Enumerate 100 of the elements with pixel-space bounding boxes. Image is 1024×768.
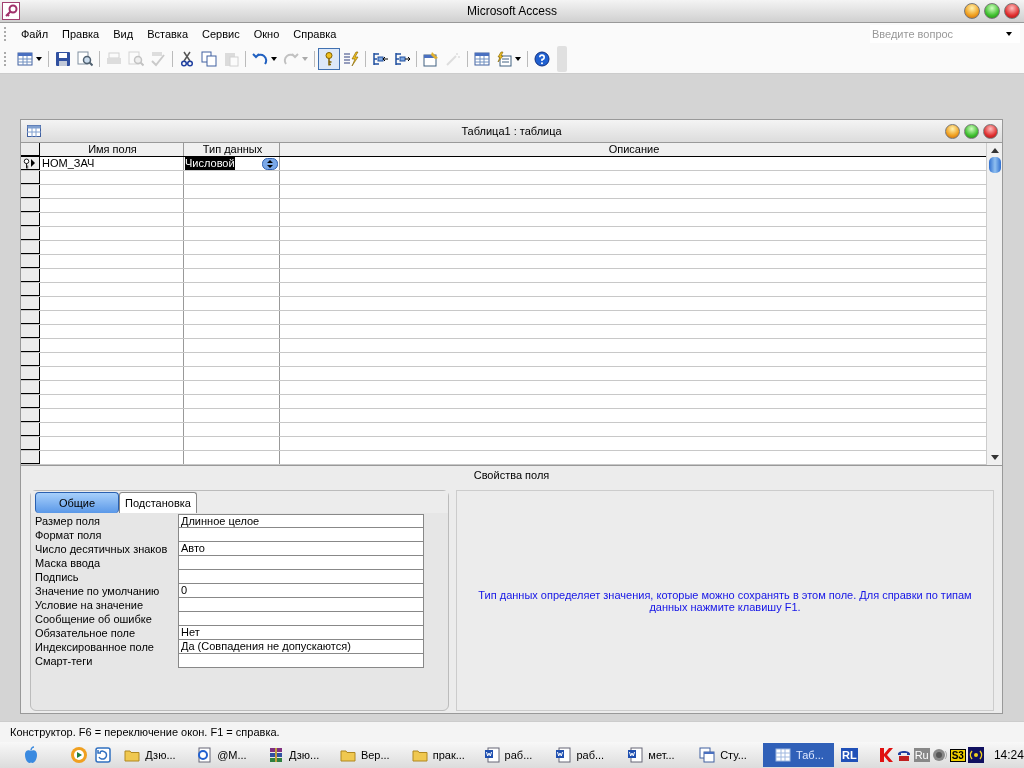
row-selector[interactable] xyxy=(21,395,40,408)
taskbar-button[interactable]: Таб... xyxy=(763,743,834,767)
key-button[interactable] xyxy=(318,48,340,70)
row-selector[interactable] xyxy=(21,367,40,380)
menu-item[interactable]: Сервис xyxy=(195,28,247,40)
menu-item[interactable]: Справка xyxy=(286,28,344,40)
taskbar-button[interactable]: Дзю... xyxy=(260,743,331,767)
table-icon xyxy=(27,125,41,137)
property-field[interactable] xyxy=(178,654,424,668)
minimize-button[interactable] xyxy=(945,123,960,139)
row-selector[interactable] xyxy=(21,409,40,422)
insert-rows-icon xyxy=(372,51,388,67)
property-field[interactable] xyxy=(178,598,424,612)
row-selector[interactable] xyxy=(21,213,40,226)
property-field[interactable] xyxy=(178,570,424,584)
row-selector[interactable] xyxy=(21,227,40,240)
row-selector[interactable] xyxy=(21,423,40,436)
delete-rows-icon xyxy=(394,51,410,67)
question-field[interactable]: Введите вопрос xyxy=(870,25,1020,43)
windows-icon xyxy=(474,51,490,67)
row-selector[interactable] xyxy=(21,157,40,170)
taskbar-button[interactable]: раб... xyxy=(547,743,619,767)
menu-item[interactable]: Вставка xyxy=(140,28,195,40)
table-cell[interactable]: НОМ_ЗАЧ xyxy=(40,157,184,170)
scroll-down-icon[interactable] xyxy=(989,454,1000,462)
taskbar-button[interactable]: раб... xyxy=(475,743,547,767)
shield-icon[interactable] xyxy=(877,747,894,763)
scroll-thumb[interactable] xyxy=(988,157,1001,173)
close-button[interactable] xyxy=(1004,3,1020,19)
property-field[interactable]: Нет xyxy=(178,626,424,640)
taskbar-button[interactable]: Дзю... xyxy=(116,743,188,767)
tab[interactable]: Подстановка xyxy=(119,492,197,513)
section-title: Свойства поля xyxy=(473,469,550,481)
taskbar-button[interactable]: прак... xyxy=(403,743,475,767)
taskbar-button[interactable]: @М... xyxy=(188,743,259,767)
property-label: Условие на значение xyxy=(35,598,144,612)
minimize-button[interactable] xyxy=(964,3,980,19)
apple-icon[interactable] xyxy=(22,746,40,764)
property-label: Подпись xyxy=(35,570,80,584)
row-selector[interactable] xyxy=(21,381,40,394)
property-field[interactable]: Длинное целое xyxy=(178,514,424,528)
property-label: Обязательное поле xyxy=(35,626,137,640)
row-selector[interactable] xyxy=(21,171,40,184)
scroll-up-icon[interactable] xyxy=(989,146,1000,154)
column-header[interactable]: Описание xyxy=(280,143,986,156)
taskbar-button[interactable]: Сту... xyxy=(691,743,763,767)
row-selector[interactable] xyxy=(21,241,40,254)
language-badge[interactable]: RL xyxy=(840,748,858,762)
taskbar-button[interactable]: Вер... xyxy=(331,743,403,767)
speaker-icon[interactable] xyxy=(931,747,948,763)
row-selector[interactable] xyxy=(21,325,40,338)
tray-badge[interactable]: S3 xyxy=(949,748,966,762)
menu-item[interactable]: Правка xyxy=(55,28,107,40)
language-badge[interactable]: Ru xyxy=(913,748,930,762)
clipboard-icon xyxy=(223,51,239,67)
row-selector[interactable] xyxy=(21,451,40,464)
row-selector[interactable] xyxy=(21,353,40,366)
caret-icon[interactable] xyxy=(1006,32,1012,36)
data-type-value[interactable]: Числовой xyxy=(185,157,235,170)
dropdown-icon[interactable] xyxy=(262,157,278,170)
folder-icon xyxy=(339,747,356,763)
caret-icon[interactable] xyxy=(515,57,521,61)
refresh-icon[interactable] xyxy=(94,746,112,764)
row-selector[interactable] xyxy=(21,269,40,282)
property-field[interactable]: Да (Совпадения не допускаются) xyxy=(178,640,424,654)
row-selector[interactable] xyxy=(21,339,40,352)
lightning-list-icon xyxy=(343,51,359,67)
row-selector[interactable] xyxy=(21,437,40,450)
signal-icon[interactable] xyxy=(967,747,984,763)
tab[interactable]: Общие xyxy=(35,492,119,513)
vertical-scrollbar[interactable] xyxy=(986,143,1002,465)
row-selector[interactable] xyxy=(21,297,40,310)
property-label: Значение по умолчанию xyxy=(35,584,161,598)
menu-item[interactable]: Окно xyxy=(246,28,287,40)
taskbar-button[interactable]: мет... xyxy=(619,743,691,767)
play-icon[interactable] xyxy=(70,746,88,764)
help-button[interactable] xyxy=(531,48,553,70)
property-field[interactable] xyxy=(178,556,424,570)
menu-item[interactable]: Файл xyxy=(14,28,56,40)
row-selector[interactable] xyxy=(21,311,40,324)
copy-button[interactable] xyxy=(198,48,220,70)
property-field[interactable]: Авто xyxy=(178,542,424,556)
row-selector[interactable] xyxy=(21,255,40,268)
menu-item[interactable]: Вид xyxy=(106,28,141,40)
close-button[interactable] xyxy=(983,123,998,139)
row-selector[interactable] xyxy=(21,185,40,198)
row-selector[interactable] xyxy=(21,283,40,296)
window-stack-icon xyxy=(699,747,716,763)
property-field[interactable] xyxy=(178,612,424,626)
folder-icon xyxy=(411,747,428,763)
row-selector[interactable] xyxy=(21,199,40,212)
caret-icon[interactable] xyxy=(36,57,42,61)
property-field[interactable] xyxy=(178,528,424,542)
caret-icon[interactable] xyxy=(271,57,277,61)
property-field[interactable]: 0 xyxy=(178,584,424,598)
maximize-button[interactable] xyxy=(964,123,979,139)
maximize-button[interactable] xyxy=(984,3,1000,19)
column-header[interactable]: Имя поля xyxy=(40,143,184,156)
copy-icon xyxy=(201,51,217,67)
column-header[interactable]: Тип данных xyxy=(184,143,280,156)
